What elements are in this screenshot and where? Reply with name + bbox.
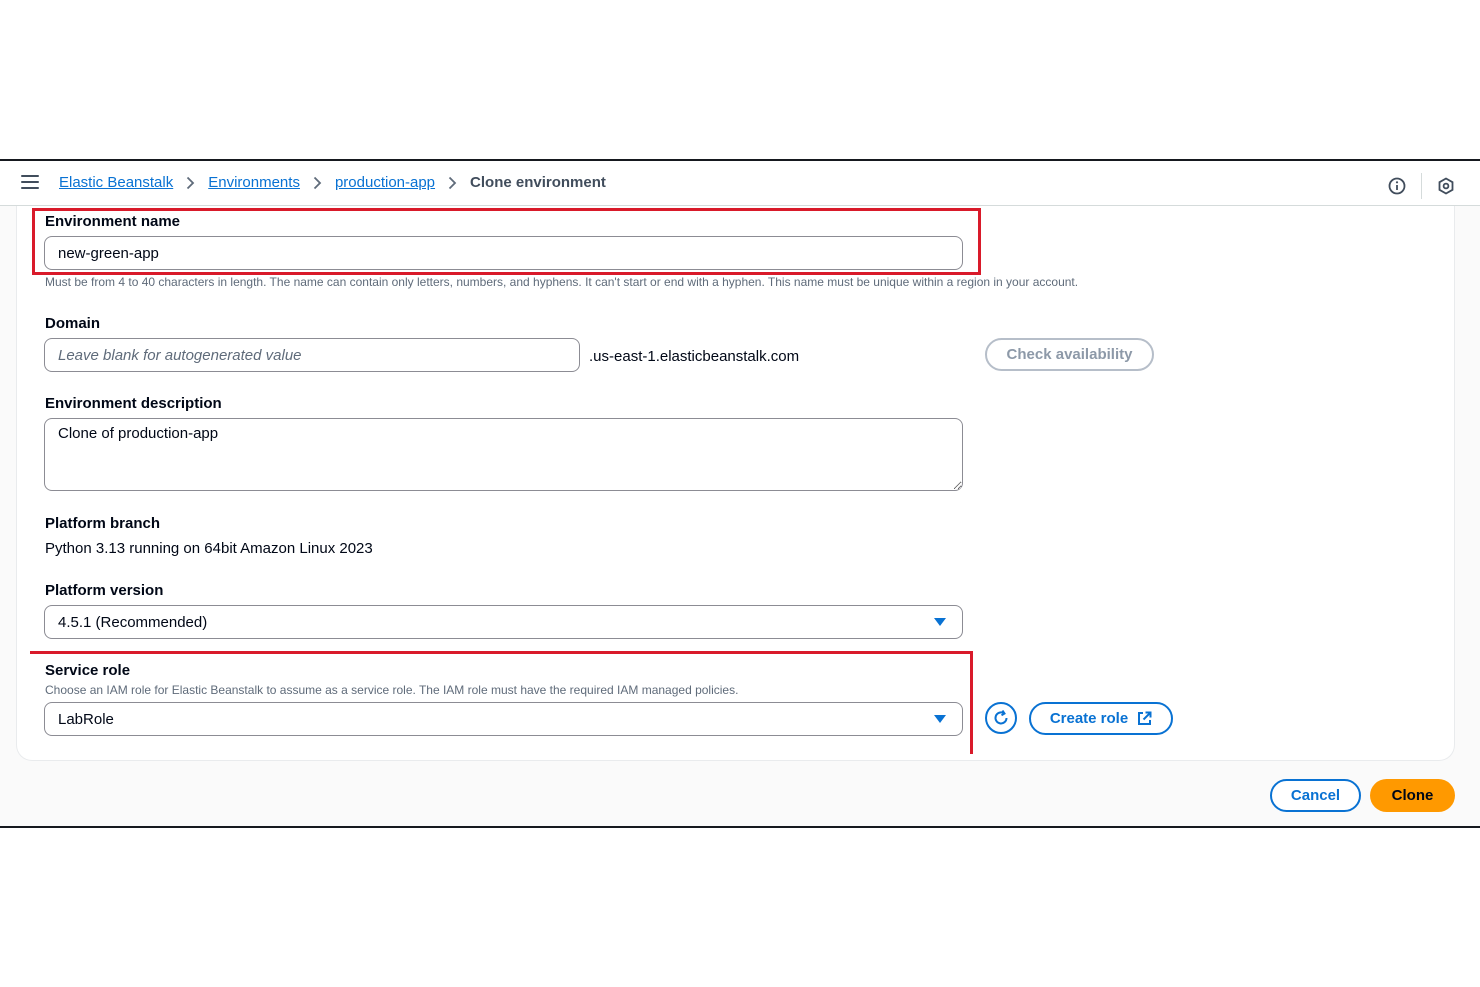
breadcrumb-production-app[interactable]: production-app <box>335 174 435 191</box>
platform-branch-value: Python 3.13 running on 64bit Amazon Linu… <box>45 540 373 557</box>
domain-input[interactable] <box>44 338 580 372</box>
domain-suffix: .us-east-1.elasticbeanstalk.com <box>589 348 800 365</box>
chevron-right-icon <box>448 176 457 190</box>
service-role-hint: Choose an IAM role for Elastic Beanstalk… <box>45 683 739 697</box>
breadcrumb-elastic-beanstalk[interactable]: Elastic Beanstalk <box>59 174 173 191</box>
top-right-icons <box>1387 173 1456 199</box>
create-role-label: Create role <box>1049 710 1129 727</box>
platform-version-label: Platform version <box>45 582 164 599</box>
hexagon-settings-icon[interactable] <box>1436 176 1456 196</box>
bottom-border <box>0 826 1480 828</box>
breadcrumb-current-page: Clone environment <box>470 174 606 191</box>
platform-branch-label: Platform branch <box>45 515 161 532</box>
chevron-right-icon <box>313 176 322 190</box>
caret-down-icon <box>934 618 946 626</box>
icon-divider <box>1421 173 1422 199</box>
caret-down-icon <box>934 715 946 723</box>
clone-button[interactable]: Clone <box>1370 779 1455 812</box>
cancel-button[interactable]: Cancel <box>1270 779 1361 812</box>
info-icon[interactable] <box>1387 176 1407 196</box>
environment-name-label: Environment name <box>45 213 181 230</box>
environment-description-textarea[interactable]: Clone of production-app <box>44 418 963 491</box>
environment-description-label: Environment description <box>45 395 222 412</box>
hamburger-menu-icon[interactable] <box>21 175 39 191</box>
service-role-label: Service role <box>45 662 131 679</box>
breadcrumb: Elastic Beanstalk Environments productio… <box>59 174 606 191</box>
chevron-right-icon <box>186 176 195 190</box>
top-navigation-bar: Elastic Beanstalk Environments productio… <box>0 159 1480 206</box>
domain-label: Domain <box>45 315 101 332</box>
breadcrumb-environments[interactable]: Environments <box>208 174 300 191</box>
environment-name-input[interactable] <box>44 236 963 270</box>
check-availability-button[interactable]: Check availability <box>985 338 1154 371</box>
service-role-select[interactable]: LabRole <box>44 702 963 736</box>
platform-version-select[interactable]: 4.5.1 (Recommended) <box>44 605 963 639</box>
refresh-icon <box>992 709 1010 727</box>
environment-name-hint: Must be from 4 to 40 characters in lengt… <box>45 275 1079 289</box>
refresh-roles-button[interactable] <box>985 702 1017 734</box>
external-link-icon <box>1137 711 1152 726</box>
platform-version-selected: 4.5.1 (Recommended) <box>58 614 208 631</box>
create-role-button[interactable]: Create role <box>1029 702 1173 735</box>
service-role-selected: LabRole <box>58 711 114 728</box>
